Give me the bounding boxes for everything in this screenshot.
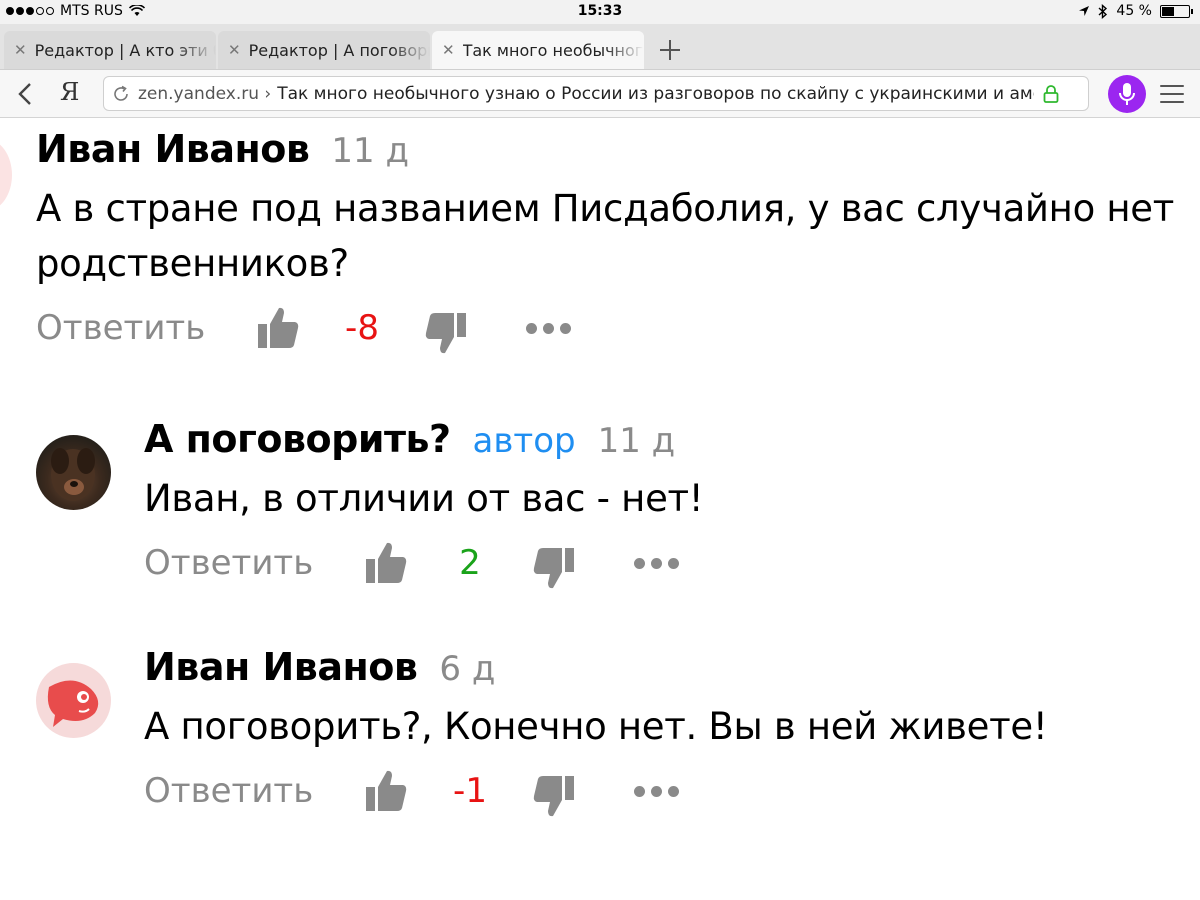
comment-age: 11 д [597, 421, 676, 461]
tab-title: Редактор | А поговори [248, 40, 430, 60]
author-badge: автор [472, 421, 576, 461]
close-tab-icon[interactable]: ✕ [14, 41, 27, 59]
carrier-info: MTS RUS [6, 3, 145, 19]
fish-avatar-icon [47, 679, 98, 727]
tab-title: Так много необычного [462, 40, 644, 60]
lock-icon[interactable] [1042, 84, 1060, 104]
thumbs-down-icon [533, 776, 574, 817]
back-button[interactable] [12, 80, 40, 108]
comments-thread: Иван Иванов 11 д А в стране под название… [0, 119, 1200, 900]
comment-actions: Ответить 2 [144, 532, 1186, 594]
signal-strength-icon [6, 7, 54, 15]
comment-actions: Ответить -8 [36, 297, 1186, 359]
comment-reply: А поговорить? автор 11 д Иван, в отличии… [36, 417, 1186, 594]
reply-button[interactable]: Ответить [144, 771, 362, 811]
comment: Иван Иванов 11 д А в стране под название… [36, 127, 1186, 359]
comment-body: Иван Иванов 11 д А в стране под название… [36, 127, 1186, 359]
comment-age: 6 д [439, 649, 496, 689]
tab-editor-1[interactable]: ✕ Редактор | А кто эти б [4, 31, 216, 69]
more-options-icon[interactable] [634, 785, 679, 797]
like-button[interactable] [362, 767, 410, 815]
url-domain: zen.yandex.ru › [138, 83, 272, 104]
voice-assistant-button[interactable] [1108, 75, 1146, 113]
comment-text: А поговорить?, Конечно нет. Вы в ней жив… [144, 705, 1048, 748]
new-tab-button[interactable] [646, 31, 694, 69]
reload-icon[interactable] [112, 85, 130, 103]
chevron-left-icon [18, 83, 31, 105]
tab-bar: ✕ Редактор | А кто эти б ✕ Редактор | А … [0, 24, 1200, 70]
dislike-button[interactable] [422, 309, 470, 357]
battery-icon [1160, 4, 1193, 18]
comment-header: Иван Иванов 6 д [144, 645, 1186, 699]
location-arrow-icon [1079, 6, 1090, 16]
comment-author[interactable]: Иван Иванов [36, 127, 310, 171]
comment-text: Иван, в отличии от вас - нет! [144, 477, 704, 520]
more-options-icon[interactable] [634, 557, 679, 569]
tab-title: Редактор | А кто эти б [34, 40, 216, 60]
close-tab-icon[interactable]: ✕ [228, 41, 241, 59]
more-options-icon[interactable] [526, 322, 571, 334]
reply-button[interactable]: Ответить [36, 308, 254, 348]
comment-header: Иван Иванов 11 д [36, 127, 1186, 181]
thumbs-up-icon [258, 307, 299, 348]
yandex-home-button[interactable]: Я [60, 78, 79, 106]
status-bar: MTS RUS 15:33 45 % [0, 0, 1200, 24]
thumbs-up-icon [366, 770, 407, 811]
reply-button[interactable]: Ответить [144, 543, 362, 583]
comment-actions: Ответить -1 [144, 760, 1186, 822]
hamburger-menu-icon[interactable] [1160, 82, 1184, 106]
status-indicators: 45 % [1078, 3, 1193, 19]
dislike-button[interactable] [530, 772, 578, 820]
comment-score: 2 [459, 543, 481, 583]
comment-author[interactable]: А поговорить? [144, 417, 451, 461]
avatar[interactable] [36, 435, 111, 510]
avatar[interactable] [0, 139, 12, 211]
comment-text: А в стране под названием Писдаболия, у в… [36, 187, 1174, 285]
page-title-in-address: Так много необычного узнаю о России из р… [277, 83, 1034, 104]
comment-reply: Иван Иванов 6 д А поговорить?, Конечно н… [36, 645, 1186, 822]
address-bar[interactable]: zen.yandex.ru › Так много необычного узн… [103, 76, 1089, 111]
comment-body: А поговорить? автор 11 д Иван, в отличии… [144, 417, 1186, 594]
tab-editor-2[interactable]: ✕ Редактор | А поговори [218, 31, 430, 69]
comment-author[interactable]: Иван Иванов [144, 645, 418, 689]
close-tab-icon[interactable]: ✕ [442, 41, 455, 59]
thumbs-up-icon [366, 542, 407, 583]
thumbs-down-icon [533, 548, 574, 589]
navigation-bar: Я zen.yandex.ru › Так много необычного у… [0, 70, 1200, 118]
battery-percent: 45 % [1116, 3, 1152, 19]
wifi-icon [128, 5, 145, 16]
tab-active-article[interactable]: ✕ Так много необычного [432, 31, 644, 69]
comment-score: -8 [345, 308, 379, 348]
clock: 15:33 [577, 3, 623, 19]
avatar[interactable] [36, 663, 111, 738]
comment-score: -1 [453, 771, 487, 811]
thumbs-down-icon [425, 313, 466, 354]
dislike-button[interactable] [530, 544, 578, 592]
carrier-name: MTS RUS [60, 3, 123, 19]
plus-icon [660, 40, 680, 60]
bluetooth-icon [1098, 3, 1108, 19]
like-button[interactable] [362, 539, 410, 587]
comment-age: 11 д [331, 131, 409, 171]
comment-body: Иван Иванов 6 д А поговорить?, Конечно н… [144, 645, 1186, 822]
comment-header: А поговорить? автор 11 д [144, 417, 1186, 471]
like-button[interactable] [254, 304, 302, 352]
microphone-icon [1119, 83, 1135, 105]
